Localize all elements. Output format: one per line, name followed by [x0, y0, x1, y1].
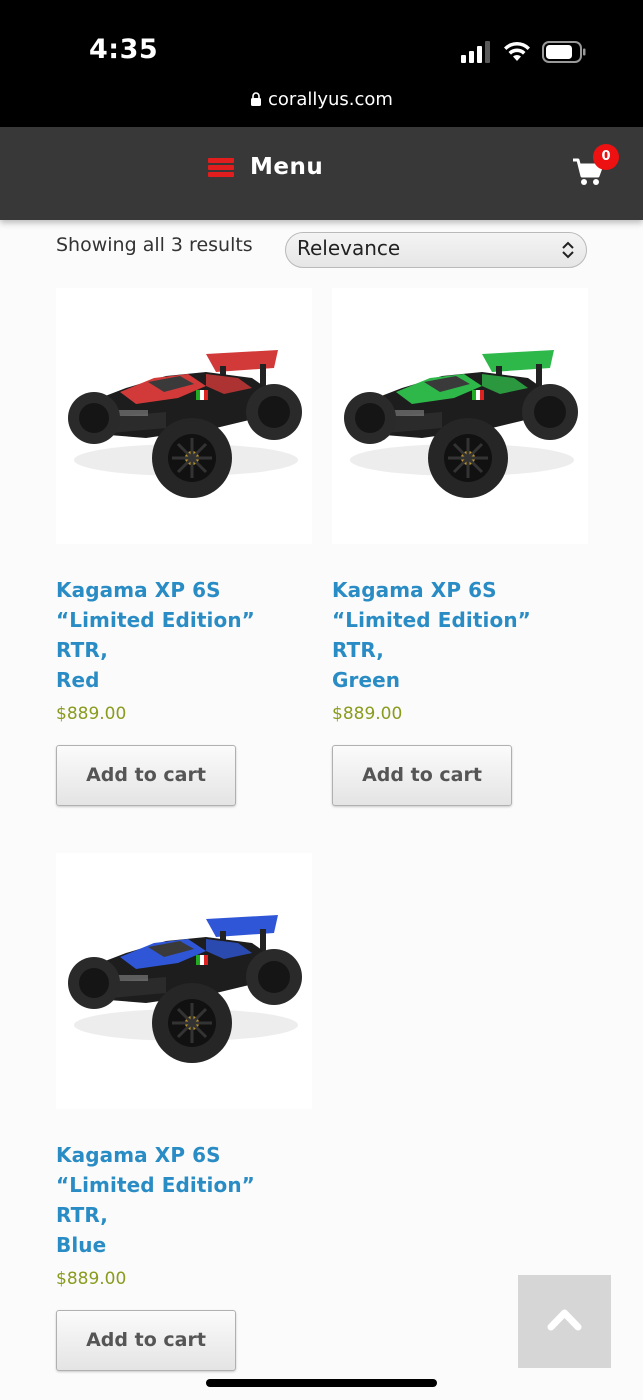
- title-line: “Limited Edition” RTR,: [332, 608, 531, 662]
- status-time: 4:35: [89, 34, 159, 65]
- menu-label: Menu: [250, 154, 324, 180]
- title-line: Red: [56, 668, 100, 692]
- product-image[interactable]: [332, 288, 588, 544]
- title-line: Green: [332, 668, 401, 692]
- product-price: $889.00: [56, 704, 127, 724]
- rc-truck-icon: [68, 350, 302, 498]
- wifi-icon: [504, 41, 530, 61]
- cellular-signal-icon: [461, 41, 492, 63]
- product-title-link[interactable]: Kagama XP 6S “Limited Edition” RTR, Red: [56, 575, 312, 695]
- product-image[interactable]: [56, 853, 312, 1109]
- select-chevrons-icon: [562, 241, 574, 259]
- result-count: Showing all 3 results: [56, 234, 253, 256]
- product-price: $889.00: [332, 704, 403, 724]
- product-title-link[interactable]: Kagama XP 6S “Limited Edition” RTR, Blue: [56, 1140, 312, 1260]
- product-card: Kagama XP 6S “Limited Edition” RTR, Blue…: [56, 853, 312, 1371]
- back-to-top-button[interactable]: [518, 1275, 611, 1368]
- cart-count-badge: 0: [593, 144, 619, 170]
- title-line: Blue: [56, 1233, 107, 1257]
- sort-selected-value: Relevance: [297, 236, 401, 260]
- lock-icon: [250, 90, 262, 106]
- site-header: Menu: [0, 127, 643, 220]
- add-to-cart-button[interactable]: Add to cart: [56, 745, 236, 806]
- product-card: Kagama XP 6S “Limited Edition” RTR, Red …: [56, 288, 312, 806]
- battery-icon: [542, 41, 586, 63]
- hamburger-icon: [208, 157, 234, 177]
- product-title-link[interactable]: Kagama XP 6S “Limited Edition” RTR, Gree…: [332, 575, 588, 695]
- add-to-cart-button[interactable]: Add to cart: [56, 1310, 236, 1371]
- home-indicator: [206, 1379, 437, 1387]
- title-line: Kagama XP 6S: [56, 578, 221, 602]
- sort-select[interactable]: Relevance: [285, 232, 587, 268]
- rc-truck-icon: [344, 350, 578, 498]
- add-to-cart-button[interactable]: Add to cart: [332, 745, 512, 806]
- product-card: Kagama XP 6S “Limited Edition” RTR, Gree…: [332, 288, 588, 806]
- rc-truck-icon: [68, 915, 302, 1063]
- title-line: “Limited Edition” RTR,: [56, 608, 255, 662]
- title-line: Kagama XP 6S: [56, 1143, 221, 1167]
- url-text: corallyus.com: [268, 89, 393, 110]
- title-line: “Limited Edition” RTR,: [56, 1173, 255, 1227]
- title-line: Kagama XP 6S: [332, 578, 497, 602]
- status-bar: 4:35 corallyus.com: [0, 0, 643, 127]
- chevron-up-icon: [547, 1309, 582, 1331]
- menu-toggle-button[interactable]: Menu: [208, 154, 323, 180]
- product-image[interactable]: [56, 288, 312, 544]
- product-price: $889.00: [56, 1269, 127, 1289]
- address-bar[interactable]: corallyus.com: [0, 89, 643, 110]
